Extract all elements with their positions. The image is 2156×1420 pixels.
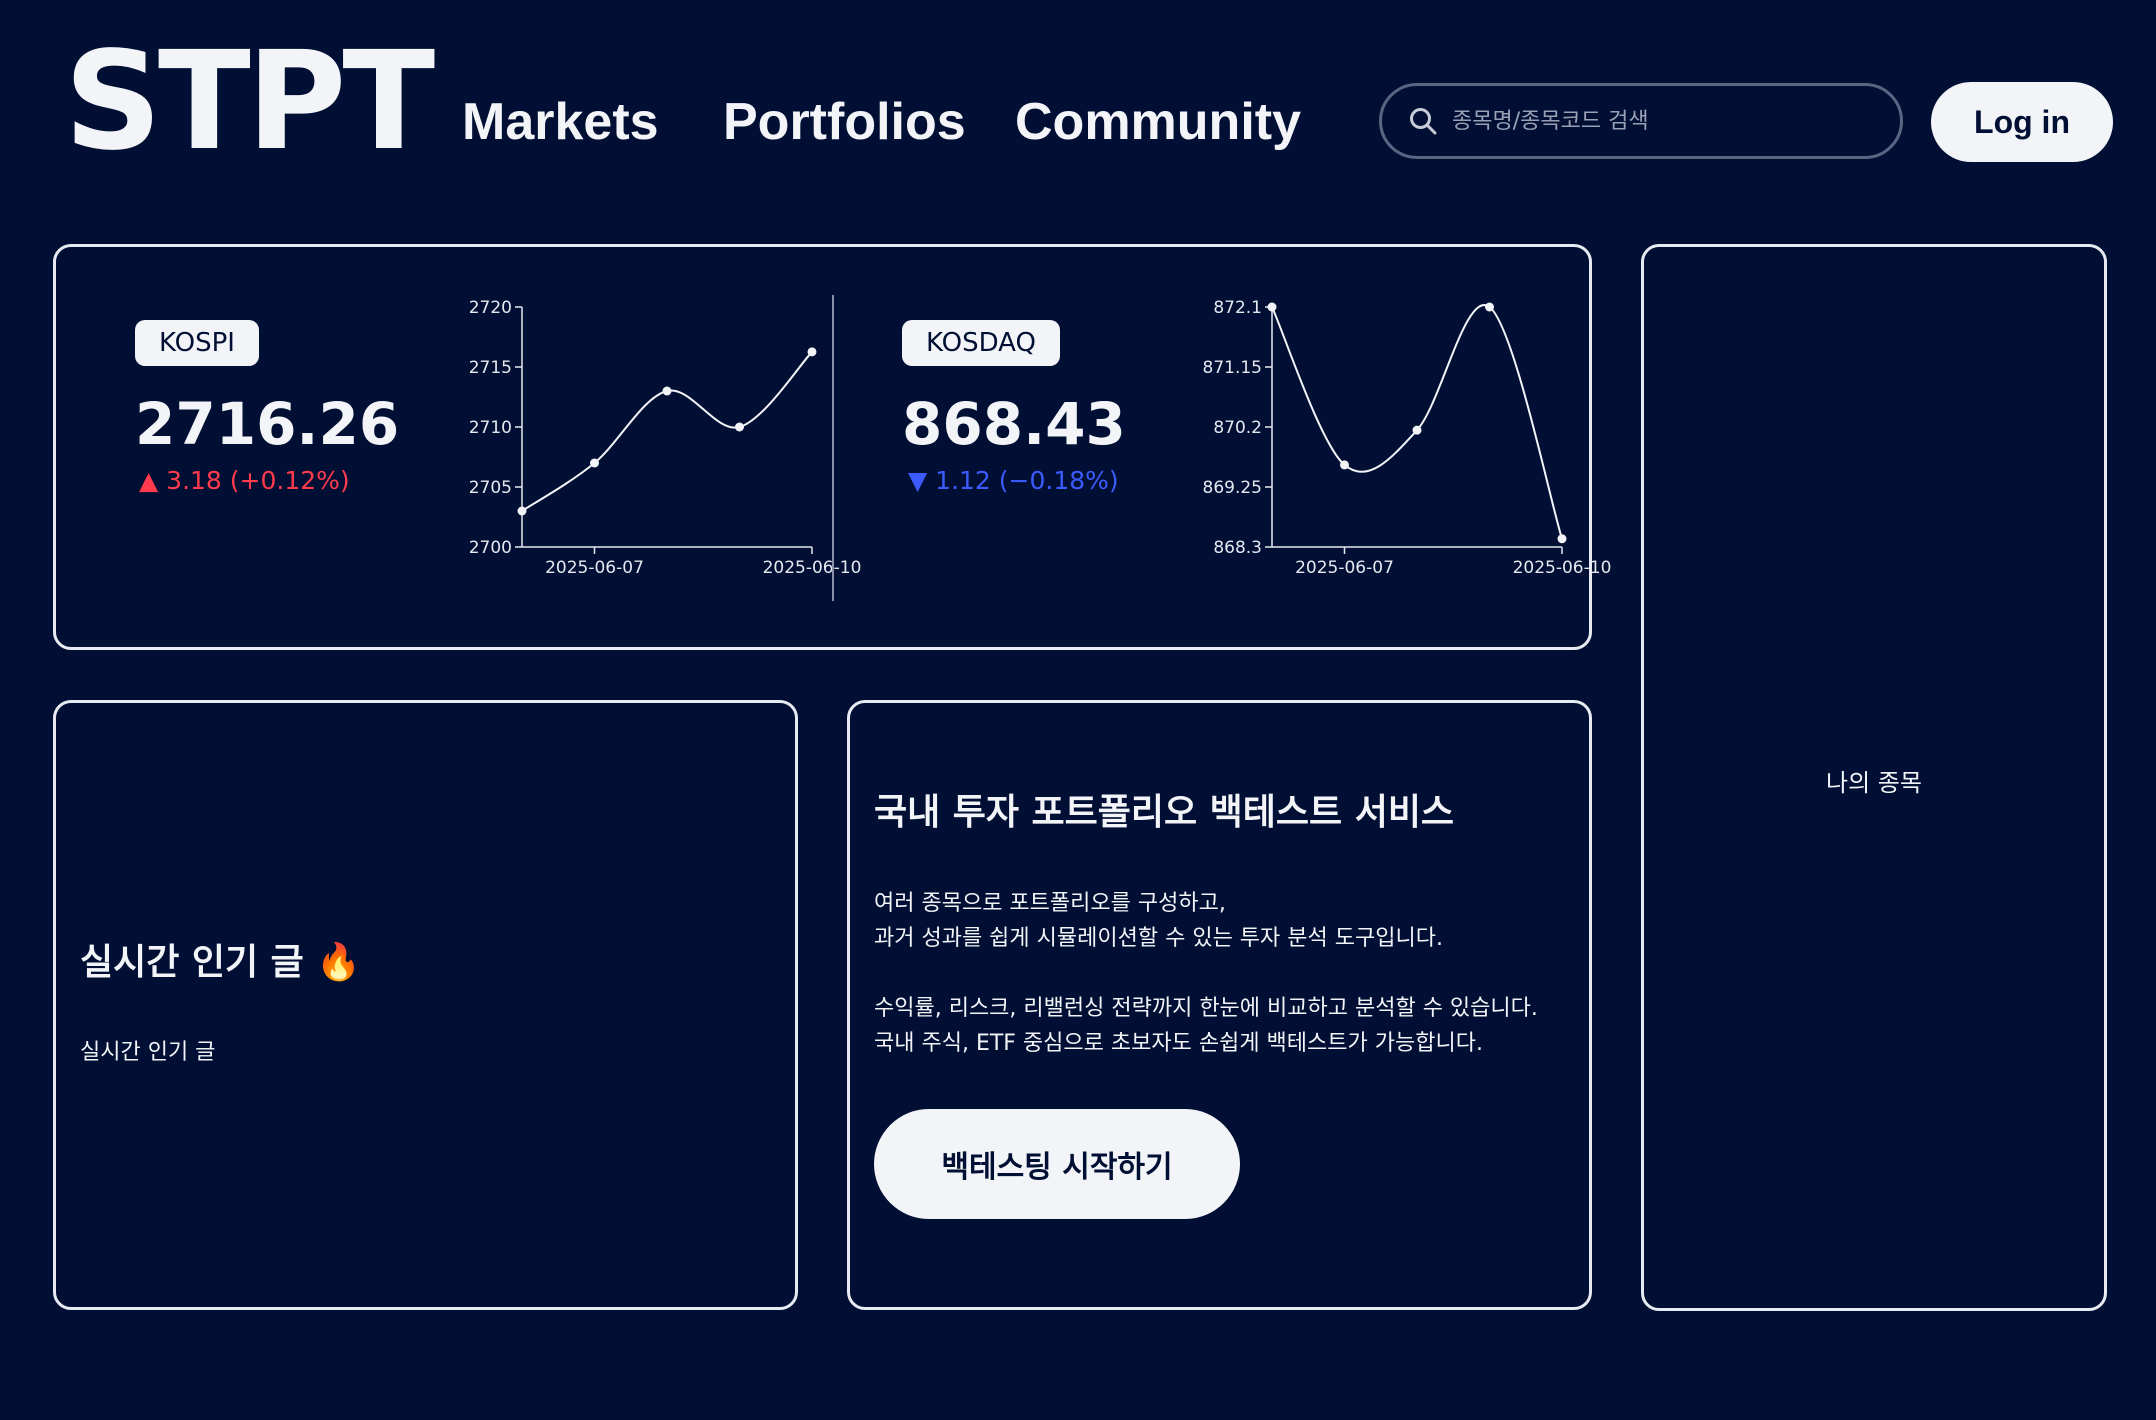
kospi-badge: KOSPI (135, 320, 259, 366)
data-point (1485, 302, 1494, 312)
data-point (517, 506, 527, 516)
y-tick-label: 2720 (469, 298, 512, 318)
nav-portfolios[interactable]: Portfolios (723, 92, 966, 152)
data-point (590, 458, 599, 468)
search-bar[interactable] (1379, 83, 1903, 159)
logo[interactable]: STPT (64, 34, 435, 170)
data-point (1267, 302, 1277, 312)
x-tick-label: 2025-06-07 (545, 558, 644, 578)
data-point (807, 347, 817, 357)
popular-posts-body: 실시간 인기 글 (80, 1040, 216, 1065)
y-tick-label: 868.3 (1213, 538, 1262, 558)
my-stocks-panel: 나의 종목 (1641, 244, 2107, 1311)
y-tick-label: 872.1 (1213, 298, 1262, 318)
x-tick-label: 2025-06-10 (763, 558, 862, 578)
nav-markets[interactable]: Markets (462, 92, 659, 152)
kospi-change: ▲ 3.18 (+0.12%) (139, 466, 350, 495)
y-tick-label: 869.25 (1203, 478, 1262, 498)
y-tick-label: 871.15 (1203, 358, 1262, 378)
market-index-card: KOSPI 2716.26 ▲ 3.18 (+0.12%) 2700 2705 27… (53, 244, 1612, 650)
kosdaq-change: ▼ 1.12 (−0.18%) (908, 466, 1119, 495)
data-point (735, 422, 744, 432)
y-tick-label: 2705 (469, 478, 512, 498)
kosdaq-value: 868.43 (902, 390, 1126, 458)
login-button[interactable]: Log in (1931, 82, 2113, 162)
series-line (1271, 304, 1563, 540)
start-backtest-button[interactable]: 백테스팅 시작하기 (874, 1109, 1240, 1219)
data-point (1412, 425, 1422, 435)
my-stocks-label: 나의 종목 (1826, 769, 1922, 797)
y-tick-label: 2715 (469, 358, 512, 378)
x-tick-label: 2025-06-10 (1513, 558, 1612, 578)
y-tick-label: 2710 (469, 418, 512, 438)
divider (832, 295, 834, 601)
backtest-title: 국내 투자 포트폴리오 백테스트 서비스 (874, 792, 1455, 833)
backtest-description-1: 여러 종목으로 포트폴리오를 구성하고, 과거 성과를 쉽게 시뮬레이션할 수 … (874, 891, 1443, 951)
header: STPT Markets Portfolios Community Log in (0, 0, 2156, 240)
backtest-description-2: 수익률, 리스크, 리밸런싱 전략까지 한눈에 비교하고 분석할 수 있습니다.… (874, 996, 1538, 1056)
kosdaq-chart: 868.3 869.25 870.2 871.15 872.1 2025-06-07 202… (1203, 298, 1612, 578)
data-point (1557, 534, 1567, 544)
popular-posts-title: 실시간 인기 글 🔥 (80, 942, 362, 983)
y-tick-label: 2700 (469, 538, 512, 558)
search-input[interactable] (1450, 107, 1900, 135)
series-line (521, 351, 813, 512)
data-point (662, 386, 672, 396)
y-tick-label: 870.2 (1213, 418, 1262, 438)
kospi-value: 2716.26 (135, 390, 400, 458)
x-tick-label: 2025-06-07 (1295, 558, 1394, 578)
data-point (1340, 460, 1349, 470)
kospi-chart: 2700 2705 2710 2715 2720 2025-06-07 2025-06-10 (469, 298, 862, 578)
kosdaq-badge: KOSDAQ (902, 320, 1060, 366)
popular-posts-card: 실시간 인기 글 🔥 실시간 인기 글 (53, 700, 798, 1310)
nav-community[interactable]: Community (1015, 92, 1301, 152)
search-icon (1406, 104, 1440, 138)
backtest-card: 국내 투자 포트폴리오 백테스트 서비스 여러 종목으로 포트폴리오를 구성하고… (847, 700, 1592, 1310)
